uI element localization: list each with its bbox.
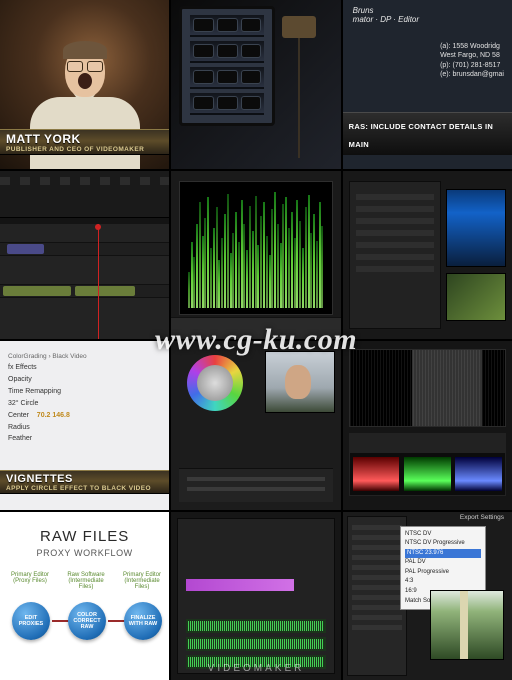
thumb-presenter: MATT YORK PUBLISHER AND CEO OF VIDEOMAKE… bbox=[0, 0, 169, 169]
thumb-waveform-scope bbox=[171, 171, 340, 340]
thumb-effect-controls: ColorGrading › Black Video fx Effects Op… bbox=[0, 341, 169, 510]
flow-node: FINALIZE WITH RAW bbox=[124, 602, 162, 640]
flow-node: COLOR CORRECT RAW bbox=[68, 602, 106, 640]
contact-block: (a): 1558 Woodridg West Fargo, ND 58 (p)… bbox=[440, 42, 504, 80]
export-preview bbox=[430, 590, 504, 660]
presenter-role: PUBLISHER AND CEO OF VIDEOMAKER bbox=[6, 146, 163, 153]
video-preview bbox=[446, 273, 506, 321]
thumb-scopes bbox=[343, 341, 512, 510]
thumb-export: Export Settings NTSC DV NTSC DV Progress… bbox=[343, 512, 512, 680]
thumb-gear bbox=[171, 0, 340, 169]
flow-node: EDIT PROXIES bbox=[12, 602, 50, 640]
lower-third: VIGNETTES APPLY CIRCLE EFFECT TO BLACK V… bbox=[0, 470, 169, 494]
waveform-scope bbox=[186, 188, 325, 309]
thumbnail-grid: MATT YORK PUBLISHER AND CEO OF VIDEOMAKE… bbox=[0, 0, 512, 680]
lower-third: MATT YORK PUBLISHER AND CEO OF VIDEOMAKE… bbox=[0, 129, 169, 155]
thumb-credits: Bruns mator · DP · Editor (a): 1558 Wood… bbox=[343, 0, 512, 169]
light-stand bbox=[275, 8, 323, 158]
color-wheel[interactable] bbox=[187, 355, 243, 411]
thumb-audio-edit bbox=[171, 512, 340, 680]
slide-title: RAW FILES bbox=[0, 528, 169, 545]
rgb-parade bbox=[349, 452, 506, 496]
dialog-title: Export Settings bbox=[460, 514, 504, 521]
slide-subtitle: PROXY WORKFLOW bbox=[0, 548, 169, 558]
credit-title: Bruns mator · DP · Editor bbox=[353, 6, 419, 24]
thumb-timeline bbox=[0, 171, 169, 340]
luma-waveform bbox=[349, 349, 506, 427]
watermark-secondary: VIDEOMAKER bbox=[208, 663, 305, 674]
hint-strap: RAS: INCLUDE CONTACT DETAILS IN MAIN bbox=[343, 112, 512, 155]
presenter-name: MATT YORK bbox=[6, 132, 163, 146]
thumb-color-grade bbox=[171, 341, 340, 510]
thumb-raw-workflow: RAW FILES PROXY WORKFLOW Primary Editor … bbox=[0, 512, 169, 680]
effect-params: ColorGrading › Black Video fx Effects Op… bbox=[8, 351, 87, 445]
equipment-cabinet bbox=[179, 6, 275, 126]
thumb-audio-spectral bbox=[343, 171, 512, 340]
spectral-display bbox=[446, 189, 506, 267]
grade-sliders[interactable] bbox=[179, 468, 332, 502]
